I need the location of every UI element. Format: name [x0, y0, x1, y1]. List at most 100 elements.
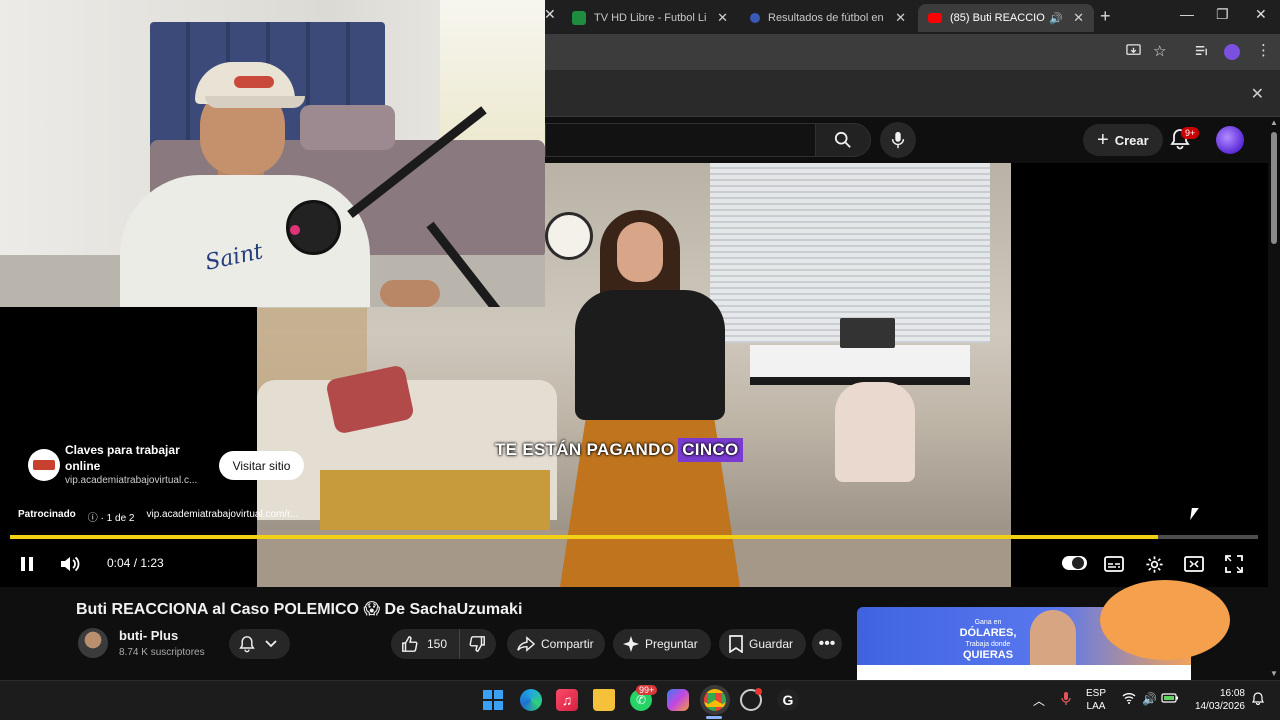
- tray-microphone-icon[interactable]: [1061, 692, 1071, 709]
- channel-avatar[interactable]: [78, 628, 108, 658]
- tab-title: TV HD Libre - Futbol Libre: [594, 12, 707, 24]
- copilot-icon[interactable]: [667, 689, 689, 711]
- file-explorer-icon[interactable]: [593, 689, 615, 711]
- scrollbar-thumb[interactable]: [1271, 132, 1277, 244]
- save-button[interactable]: Guardar: [719, 629, 806, 659]
- settings-button[interactable]: [1143, 553, 1165, 575]
- video-scene-clock: [545, 212, 593, 260]
- account-avatar[interactable]: [1216, 126, 1244, 154]
- bookmark-star-icon[interactable]: ☆: [1153, 42, 1166, 60]
- sparkle-icon: [623, 636, 639, 652]
- install-app-icon[interactable]: [1126, 43, 1141, 62]
- speaker-icon[interactable]: 🔊: [1142, 692, 1157, 706]
- subtitles-button[interactable]: [1102, 553, 1126, 575]
- new-tab-button[interactable]: +: [1100, 6, 1111, 27]
- video-scene-table: [320, 470, 550, 530]
- webcam-overlay: Saint: [0, 0, 545, 307]
- profile-avatar-icon[interactable]: [1224, 44, 1240, 60]
- tab-resultados[interactable]: Resultados de fútbol en vivo ✕: [740, 4, 916, 32]
- channel-name[interactable]: buti- Plus: [119, 628, 178, 643]
- microphone-icon: [891, 131, 905, 149]
- search-input[interactable]: [545, 123, 815, 157]
- more-horizontal-icon: •••: [818, 635, 836, 652]
- ad-title[interactable]: Claves para trabajar online: [65, 442, 215, 474]
- video-scene-chair: [835, 382, 915, 482]
- tab-close-icon[interactable]: ✕: [544, 6, 556, 23]
- tab-title: Resultados de fútbol en vivo: [768, 12, 885, 24]
- results-favicon-icon: [750, 13, 760, 23]
- ad-meta: Patrocinado ⓘ · 1 de 2 vip.academiatraba…: [18, 509, 298, 524]
- volume-button[interactable]: [58, 553, 82, 575]
- ad-info-icon[interactable]: ⓘ · 1 de 2: [88, 509, 135, 524]
- notifications-badge: 9+: [1181, 127, 1200, 139]
- music-app-icon[interactable]: ♫: [556, 689, 578, 711]
- chrome-browser-icon[interactable]: [704, 689, 726, 711]
- ad-url: vip.academiatrabajovirtual.c...: [65, 475, 198, 486]
- advertiser-logo[interactable]: [28, 449, 60, 481]
- tray-chevron-up-icon[interactable]: ︿: [1033, 692, 1045, 709]
- chevron-down-icon: [265, 640, 277, 648]
- voice-search-button[interactable]: [880, 122, 916, 158]
- webcam-mic-light: [290, 225, 300, 235]
- browser-menu-icon[interactable]: ⋮: [1256, 41, 1271, 59]
- like-button[interactable]: 150: [391, 629, 459, 659]
- fullscreen-button[interactable]: [1223, 553, 1245, 575]
- whatsapp-badge: 99+: [636, 685, 658, 695]
- pause-icon: [21, 557, 33, 571]
- maximize-button[interactable]: ❐: [1216, 6, 1229, 23]
- share-button[interactable]: Compartir: [507, 629, 605, 659]
- infobar-close-icon[interactable]: ✕: [1251, 84, 1264, 104]
- tab-youtube-active[interactable]: (85) Buti REACCIONA al Caso 🔊 ✕: [918, 4, 1094, 32]
- sidebar-ad-text: Gana en DÓLARES, Trabaja donde QUIERAS: [948, 617, 1028, 661]
- clock-date: 14/03/2026: [1194, 701, 1245, 712]
- create-button[interactable]: + Crear: [1083, 124, 1163, 156]
- search-button[interactable]: [815, 123, 871, 157]
- tab-close-icon[interactable]: ✕: [895, 10, 906, 26]
- tab-tv-hd-libre[interactable]: TV HD Libre - Futbol Libre ✕: [562, 4, 738, 32]
- ask-button[interactable]: Preguntar: [613, 629, 711, 659]
- layout-code: LAA: [1086, 701, 1106, 712]
- scroll-down-icon[interactable]: ▼: [1270, 669, 1278, 678]
- audio-playing-icon[interactable]: 🔊: [1049, 12, 1063, 25]
- bell-icon: [239, 636, 255, 653]
- video-scene-presenter-face: [617, 222, 663, 282]
- theater-mode-icon: [1184, 556, 1204, 572]
- progress-bar-fill: [10, 535, 1159, 539]
- autoplay-toggle[interactable]: [1062, 556, 1087, 570]
- screen: ✕ TV HD Libre - Futbol Libre ✕ Resultado…: [0, 0, 1280, 720]
- edge-browser-icon[interactable]: [520, 689, 542, 711]
- time-display: 0:04 / 1:23: [107, 556, 164, 570]
- video-scene-presenter-top: [575, 290, 725, 420]
- tab-close-icon[interactable]: ✕: [1073, 10, 1084, 26]
- reading-list-icon[interactable]: [1194, 43, 1209, 62]
- subscriber-count: 8.74 K suscriptores: [119, 647, 205, 658]
- theater-mode-button[interactable]: [1182, 553, 1206, 575]
- more-actions-button[interactable]: •••: [812, 629, 842, 659]
- chrome-active-indicator: [706, 716, 722, 719]
- video-scene-window: [710, 163, 990, 343]
- recording-indicator: [755, 688, 762, 695]
- visit-site-button[interactable]: Visitar sitio: [219, 451, 304, 480]
- battery-icon[interactable]: [1161, 692, 1179, 707]
- tab-title: (85) Buti REACCIONA al Caso: [950, 12, 1045, 24]
- ad-meta-url[interactable]: vip.academiatrabajovirtual.com/r...: [147, 509, 299, 524]
- notification-center-icon[interactable]: [1252, 692, 1264, 708]
- app-g-icon[interactable]: G: [777, 689, 799, 711]
- sidebar-ad-person: [1030, 610, 1076, 665]
- bookmark-icon: [729, 635, 743, 653]
- minimize-button[interactable]: —: [1180, 6, 1194, 22]
- pause-button[interactable]: [16, 553, 38, 575]
- window-close-button[interactable]: ✕: [1255, 6, 1267, 23]
- system-clock[interactable]: 16:08 14/03/2026: [1189, 687, 1245, 713]
- scroll-up-icon[interactable]: ▲: [1270, 118, 1278, 127]
- video-scene-desk: [750, 345, 970, 385]
- webcam-cap-logo: [234, 76, 274, 88]
- subscribe-notifications-button[interactable]: [229, 629, 290, 659]
- caption-text: TE ESTÁN PAGANDO: [495, 440, 675, 459]
- progress-bar[interactable]: [10, 535, 1258, 539]
- windows-start-icon[interactable]: [482, 689, 504, 711]
- wifi-icon[interactable]: [1122, 692, 1136, 707]
- dislike-button[interactable]: [459, 629, 496, 659]
- keyboard-language[interactable]: ESP LAA: [1086, 687, 1106, 713]
- tab-close-icon[interactable]: ✕: [717, 10, 728, 26]
